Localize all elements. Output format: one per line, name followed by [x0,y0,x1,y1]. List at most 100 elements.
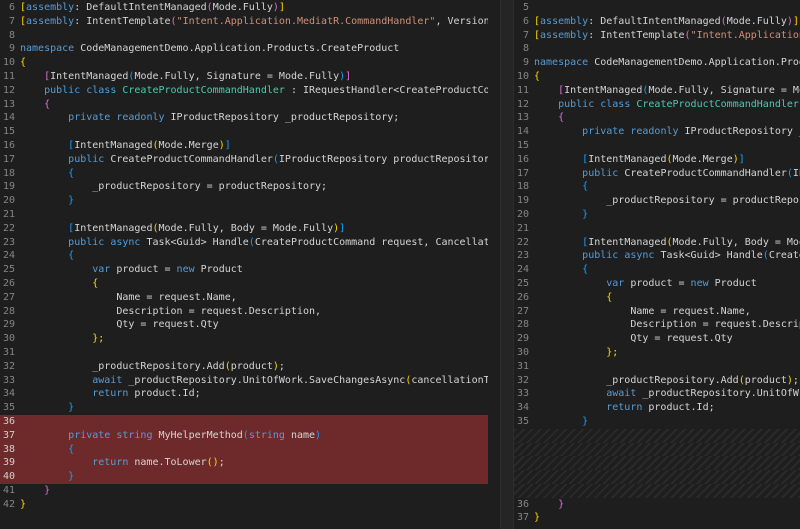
code-line[interactable]: 13 { [0,98,488,112]
code-line[interactable]: 20 } [0,194,488,208]
diff-spacer-line[interactable] [514,470,800,484]
code-line[interactable]: 16 [IntentManaged(Mode.Merge)] [0,139,488,153]
code-line[interactable]: 22 [IntentManaged(Mode.Fully, Body = Mod… [0,222,488,236]
code-line[interactable]: 5 [514,1,800,15]
removed-code-line[interactable]: 40 } [0,470,488,484]
code-line[interactable]: 33 await _productRepository.UnitOfW [514,387,800,401]
code-line[interactable]: 15 [0,125,488,139]
code-line[interactable]: 7 [assembly: IntentTemplate("Intent.Appli… [514,29,800,43]
line-number: 18 [2,167,15,179]
code-line[interactable]: 11 [IntentManaged(Mode.Fully, Signature … [0,70,488,84]
code-line[interactable]: 20 } [514,208,800,222]
code-line[interactable]: 9 namespace CodeManagementDemo.Applicatio… [514,56,800,70]
code-line[interactable]: 15 [514,139,800,153]
code-line[interactable]: 18 { [514,180,800,194]
removed-code-line[interactable]: 39 return name.ToLower(); [0,456,488,471]
diff-spacer-line[interactable] [514,428,800,443]
code-line[interactable]: 35 } [514,415,800,429]
code-line[interactable]: 33 await _productRepository.UnitOfWork.S… [0,374,488,388]
code-token: assembly [26,15,75,27]
line-code: namespace CodeManagementDemo.Application… [20,42,399,56]
code-line[interactable]: 11 [IntentManaged(Mode.Fully, Signature … [514,84,800,98]
code-line[interactable]: 35 } [0,401,488,415]
code-line[interactable]: 14 private readonly IProductRepository _ [514,125,800,139]
code-line[interactable]: 28 Description = request.Description, [0,305,488,319]
code-line[interactable]: 28 Description = request.Descrip [514,318,800,332]
code-line[interactable]: 24 { [514,263,800,277]
code-line[interactable]: 30 }; [514,346,800,360]
code-line[interactable]: 9 namespace CodeManagementDemo.Applicatio… [0,42,488,56]
diff-spacer-line[interactable] [514,442,800,457]
code-line[interactable]: 30 }; [0,332,488,346]
code-line[interactable]: 21 [514,222,800,236]
code-line[interactable]: 10 { [514,70,800,84]
code-line[interactable]: 42} [0,498,488,512]
code-token: ; [278,360,285,372]
code-line[interactable]: 14 private readonly IProductRepository _… [0,111,488,125]
code-token: IntentManaged [588,153,667,165]
code-line[interactable]: 16 [IntentManaged(Mode.Merge)] [514,153,800,167]
code-token: assembly [540,29,589,41]
code-line[interactable]: 41 } [0,484,488,498]
line-number: 19 [2,181,15,193]
code-line[interactable]: 29 Qty = request.Qty [0,318,488,332]
right-code-pane[interactable]: 5 6 [assembly: DefaultIntentManaged(Mode.F… [514,0,800,529]
code-line[interactable]: 27 Name = request.Name, [514,305,800,319]
code-line[interactable]: 17 public CreateProductCommandHandler(IP… [0,153,488,167]
code-line[interactable]: 21 [0,208,488,222]
code-line[interactable]: 32 _productRepository.Add(product); [0,360,488,374]
code-token: } [582,415,589,427]
left-code-pane[interactable]: 6 [assembly: DefaultIntentManaged(Mode.Fu… [0,0,488,529]
code-line[interactable]: 37} [514,511,800,525]
code-token: } [558,498,565,510]
code-line[interactable]: 6 [assembly: DefaultIntentManaged(Mode.Fu… [0,1,488,15]
pane-splitter[interactable] [500,0,514,529]
code-line[interactable]: 29 Qty = request.Qty [514,332,800,346]
code-line[interactable]: 12 public class CreateProductCommandHand… [0,84,488,98]
code-line[interactable]: 34 return product.Id; [514,401,800,415]
code-line[interactable]: 25 var product = new Product [0,263,488,277]
line-code: { [534,180,588,194]
removed-code-line[interactable]: 36 [0,414,488,429]
line-number: 37 [2,429,15,441]
code-token: return [92,457,129,469]
code-line[interactable]: 12 public class CreateProductCommandHand… [514,98,800,112]
code-token: { [92,277,99,289]
code-line[interactable]: 19 _productRepository = productRepos [514,194,800,208]
code-line[interactable]: 7 [assembly: IntentTemplate("Intent.Appli… [0,15,488,29]
code-line[interactable]: 22 [IntentManaged(Mode.Fully, Body = Mod [514,236,800,250]
code-line[interactable]: 17 public CreateProductCommandHandler(IP [514,167,800,181]
code-line[interactable]: 27 Name = request.Name, [0,291,488,305]
code-line[interactable]: 19 _productRepository = productRepositor… [0,180,488,194]
line-code: Qty = request.Qty [20,318,218,332]
diff-spacer-line[interactable] [514,456,800,471]
code-line[interactable]: 13 { [514,111,800,125]
line-code: public CreateProductCommandHandler(IProd… [20,153,488,167]
code-line[interactable]: 34 return product.Id; [0,387,488,401]
code-token: public async [68,236,141,248]
code-line[interactable]: 31 [0,346,488,360]
code-line[interactable]: 36 } [514,498,800,512]
code-line[interactable]: 24 { [0,249,488,263]
code-line[interactable]: 31 [514,360,800,374]
code-line[interactable]: 10 { [0,56,488,70]
line-number: 17 [516,167,529,179]
code-line[interactable]: 8 [514,42,800,56]
code-line[interactable]: 25 var product = new Product [514,277,800,291]
code-line[interactable]: 6 [assembly: DefaultIntentManaged(Mode.Fu… [514,15,800,29]
diff-spacer-line[interactable] [514,483,800,498]
code-line[interactable]: 26 { [514,291,800,305]
line-number: 38 [2,443,15,455]
code-line[interactable]: 26 { [0,277,488,291]
code-line[interactable]: 8 [0,29,488,43]
code-line[interactable]: 23 public async Task<Guid> Handle(Create [514,249,800,263]
code-line[interactable]: 32 _productRepository.Add(product); [514,374,800,388]
removed-code-line[interactable]: 38 { [0,442,488,457]
code-line[interactable]: 18 { [0,167,488,181]
code-line[interactable]: 23 public async Task<Guid> Handle(Create… [0,236,488,250]
line-number: 33 [2,374,15,386]
removed-code-line[interactable]: 37 private string MyHelperMethod(string … [0,428,488,443]
